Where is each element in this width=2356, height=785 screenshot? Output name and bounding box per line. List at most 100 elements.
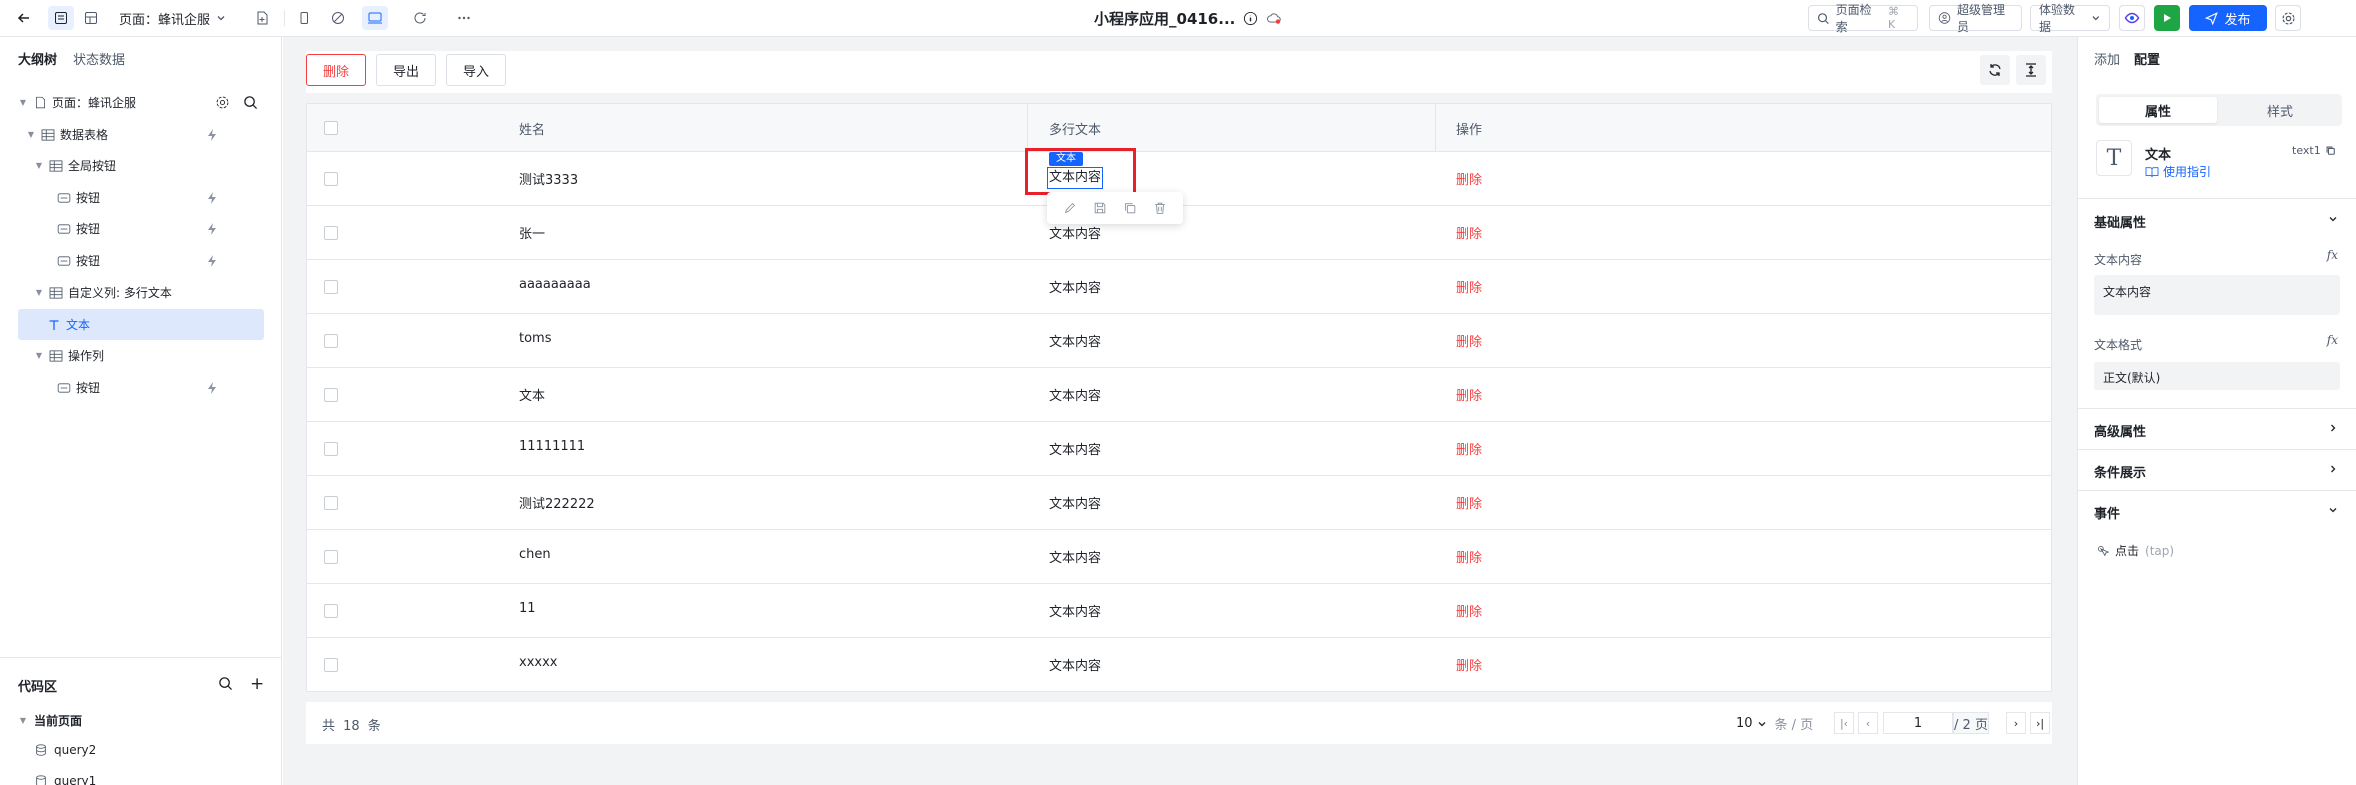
code-section-current-page[interactable]: ▼ 当前页面 bbox=[18, 712, 82, 729]
caret-down-icon[interactable]: ▼ bbox=[18, 98, 28, 107]
row-delete-link[interactable]: 删除 bbox=[1456, 655, 1482, 674]
tablet-disabled-icon[interactable] bbox=[326, 6, 350, 30]
settings-button[interactable] bbox=[2275, 5, 2301, 31]
tree-node-page[interactable]: ▼ 页面：蜂讯企服 bbox=[18, 87, 264, 118]
row-delete-link[interactable]: 删除 bbox=[1456, 547, 1482, 566]
tree-node-action-column[interactable]: ▼ 操作列 bbox=[18, 340, 264, 371]
export-button[interactable]: 导出 bbox=[376, 54, 436, 86]
trash-icon[interactable] bbox=[1153, 201, 1167, 215]
event-tap[interactable]: 点击 (tap) bbox=[2096, 542, 2174, 559]
select-all-checkbox[interactable] bbox=[324, 121, 338, 135]
plus-icon[interactable]: + bbox=[250, 674, 264, 694]
code-item-query2[interactable]: query2 bbox=[34, 743, 96, 757]
row-checkbox[interactable] bbox=[324, 658, 338, 672]
text-content-input[interactable]: 文本内容 bbox=[2094, 275, 2340, 315]
tree-node-text-selected[interactable]: 文本 bbox=[18, 309, 264, 340]
segment-properties[interactable]: 属性 bbox=[2099, 97, 2217, 123]
row-checkbox[interactable] bbox=[324, 280, 338, 294]
tree-node-button[interactable]: 按钮 bbox=[18, 372, 264, 403]
page-search-button[interactable]: 页面检索 ⌘ K bbox=[1808, 3, 1918, 34]
caret-down-icon[interactable]: ▼ bbox=[26, 130, 36, 139]
row-checkbox[interactable] bbox=[324, 388, 338, 402]
tree-node-button[interactable]: 按钮 bbox=[18, 245, 264, 276]
caret-down-icon[interactable]: ▼ bbox=[34, 351, 44, 360]
row-checkbox[interactable] bbox=[324, 550, 338, 564]
tree-node-button[interactable]: 按钮 bbox=[18, 182, 264, 213]
new-page-icon[interactable] bbox=[250, 6, 274, 30]
tree-node-global-buttons[interactable]: ▼ 全局按钮 bbox=[18, 150, 264, 181]
delete-button[interactable]: 删除 bbox=[306, 54, 366, 86]
row-delete-link[interactable]: 删除 bbox=[1456, 169, 1482, 188]
tab-outline-tree[interactable]: 大纲树 bbox=[18, 49, 57, 74]
import-button[interactable]: 导入 bbox=[446, 54, 506, 86]
chevron-right-icon[interactable] bbox=[2328, 423, 2338, 433]
page-size-select[interactable]: 10 条 / 页 bbox=[1736, 714, 1813, 733]
row-checkbox[interactable] bbox=[324, 442, 338, 456]
copy-icon[interactable] bbox=[2325, 145, 2336, 156]
row-delete-link[interactable]: 删除 bbox=[1456, 493, 1482, 512]
chevron-down-icon[interactable] bbox=[2328, 214, 2338, 224]
bolt-icon[interactable] bbox=[206, 128, 218, 142]
bolt-icon[interactable] bbox=[206, 222, 218, 236]
row-delete-link[interactable]: 删除 bbox=[1456, 385, 1482, 404]
first-page-icon[interactable]: |‹ bbox=[1834, 712, 1854, 734]
cloud-sync-icon[interactable] bbox=[1266, 11, 1282, 26]
row-delete-link[interactable]: 删除 bbox=[1456, 223, 1482, 242]
chevron-right-icon[interactable] bbox=[2328, 464, 2338, 474]
refresh-icon[interactable] bbox=[408, 6, 432, 30]
save-icon[interactable] bbox=[1093, 201, 1107, 215]
text-format-select[interactable]: 正文(默认) bbox=[2094, 362, 2340, 390]
page-select[interactable]: 页面：蜂讯企服 bbox=[119, 6, 226, 30]
section-basic-properties[interactable]: 基础属性 bbox=[2094, 212, 2146, 231]
tree-node-custom-column[interactable]: ▼ 自定义列: 多行文本 bbox=[18, 277, 264, 308]
cell-multiline-text[interactable]: 文本内容 bbox=[1049, 277, 1101, 296]
tree-node-button[interactable]: 按钮 bbox=[18, 213, 264, 244]
fx-icon[interactable]: fx bbox=[2327, 248, 2338, 262]
user-role-button[interactable]: 超级管理员 bbox=[1929, 3, 2022, 34]
selected-component-tag[interactable]: 文本 bbox=[1049, 152, 1083, 166]
segment-style[interactable]: 样式 bbox=[2221, 97, 2339, 123]
row-height-icon[interactable] bbox=[2016, 55, 2046, 85]
section-events[interactable]: 事件 bbox=[2094, 503, 2120, 522]
chevron-down-icon[interactable] bbox=[2328, 505, 2338, 515]
cell-multiline-text[interactable]: 文本内容 bbox=[1049, 493, 1101, 512]
bolt-icon[interactable] bbox=[206, 381, 218, 395]
page-view-icon[interactable] bbox=[48, 6, 74, 30]
prev-page-icon[interactable]: ‹ bbox=[1858, 712, 1878, 734]
preview-eye-button[interactable] bbox=[2119, 5, 2145, 31]
tab-add[interactable]: 添加 bbox=[2094, 49, 2120, 68]
more-icon[interactable] bbox=[452, 6, 476, 30]
row-checkbox[interactable] bbox=[324, 496, 338, 510]
current-page-input[interactable]: 1 bbox=[1883, 712, 1953, 734]
publish-button[interactable]: 发布 bbox=[2189, 5, 2267, 31]
desktop-preview-icon[interactable] bbox=[362, 6, 388, 30]
row-checkbox[interactable] bbox=[324, 334, 338, 348]
refresh-icon[interactable] bbox=[1980, 55, 2010, 85]
row-delete-link[interactable]: 删除 bbox=[1456, 439, 1482, 458]
row-checkbox[interactable] bbox=[324, 172, 338, 186]
cell-multiline-text[interactable]: 文本内容 bbox=[1049, 439, 1101, 458]
tab-state-data[interactable]: 状态数据 bbox=[73, 49, 125, 74]
cell-multiline-text[interactable]: 文本内容 bbox=[1049, 331, 1101, 350]
cell-multiline-text[interactable]: 文本内容 bbox=[1049, 223, 1101, 242]
selected-text-element[interactable]: 文本内容 bbox=[1047, 167, 1104, 189]
cell-multiline-text[interactable]: 文本内容 bbox=[1049, 385, 1101, 404]
copy-icon[interactable] bbox=[1123, 201, 1137, 215]
fx-icon[interactable]: fx bbox=[2327, 333, 2338, 347]
caret-down-icon[interactable]: ▼ bbox=[18, 716, 28, 725]
info-icon[interactable] bbox=[1243, 11, 1258, 26]
caret-down-icon[interactable]: ▼ bbox=[34, 161, 44, 170]
back-arrow-icon[interactable] bbox=[12, 6, 36, 30]
bolt-icon[interactable] bbox=[206, 254, 218, 268]
search-icon[interactable] bbox=[218, 676, 233, 691]
row-delete-link[interactable]: 删除 bbox=[1456, 277, 1482, 296]
gear-icon[interactable] bbox=[215, 95, 230, 110]
cell-multiline-text[interactable]: 文本内容 bbox=[1049, 655, 1101, 674]
caret-down-icon[interactable]: ▼ bbox=[34, 288, 44, 297]
bolt-icon[interactable] bbox=[206, 191, 218, 205]
tab-config[interactable]: 配置 bbox=[2134, 49, 2160, 68]
code-item-query1[interactable]: query1 bbox=[34, 774, 96, 785]
next-page-icon[interactable]: › bbox=[2006, 712, 2026, 734]
run-button[interactable] bbox=[2154, 5, 2180, 31]
layout-view-icon[interactable] bbox=[78, 6, 104, 30]
